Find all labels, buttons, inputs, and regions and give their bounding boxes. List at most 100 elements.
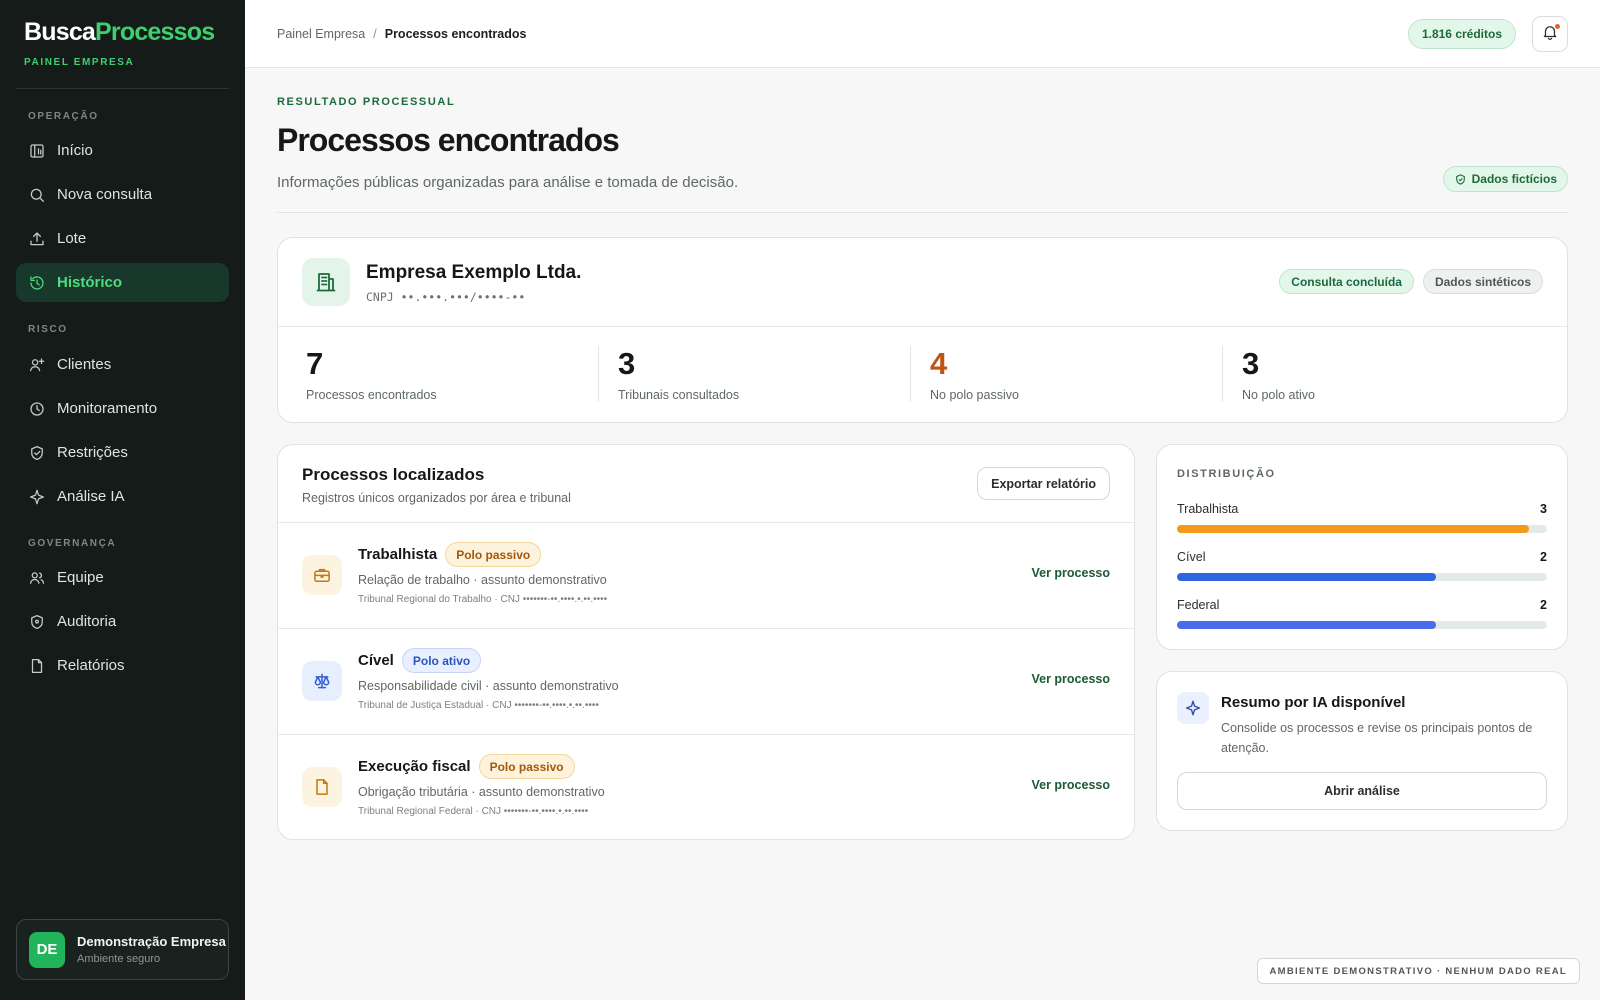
brand[interactable]: BuscaProcessos PAINEL EMPRESA bbox=[24, 18, 215, 68]
stat-value: 4 bbox=[930, 346, 948, 381]
user-plus-icon bbox=[27, 355, 47, 375]
breadcrumb-current: Processos encontrados bbox=[384, 27, 527, 41]
sidebar-item-historico[interactable]: Histórico bbox=[16, 263, 229, 302]
briefcase-icon bbox=[302, 555, 342, 595]
sidebar-item-label: Relatórios bbox=[57, 657, 125, 674]
distribution-bar-fill bbox=[1177, 525, 1529, 533]
breadcrumb-painel-empresa[interactable]: Painel Empresa bbox=[277, 27, 365, 41]
export-report-button[interactable]: Exportar relatório bbox=[977, 467, 1110, 500]
clock-icon bbox=[27, 399, 47, 419]
search-icon bbox=[27, 185, 47, 205]
stat-label: No polo passivo bbox=[930, 388, 1019, 402]
distribution-bar-fill bbox=[1177, 621, 1436, 629]
ai-summary-title: Resumo por IA disponível bbox=[1221, 694, 1406, 711]
sidebar-item-relatorios[interactable]: Relatórios bbox=[16, 646, 229, 685]
sidebar-item-inicio[interactable]: Início bbox=[16, 131, 229, 170]
stat-tribunais: 3 Tribunais consultados bbox=[618, 346, 918, 402]
distribution-bar-track bbox=[1177, 525, 1547, 533]
sidebar-item-equipe[interactable]: Equipe bbox=[16, 558, 229, 597]
stat-polo-passivo: 4 No polo passivo bbox=[930, 346, 1230, 402]
shield-icon bbox=[27, 612, 47, 632]
credits-badge[interactable]: 1.816 créditos bbox=[1407, 19, 1516, 49]
topbar: Painel Empresa / Processos encontrados 1… bbox=[245, 0, 1600, 68]
distribution-bar-track bbox=[1177, 573, 1547, 581]
sidebar-item-label: Lote bbox=[57, 230, 87, 247]
user-name: Demonstração Empresa bbox=[77, 934, 226, 949]
sidebar-section-operacao: OPERAÇÃO bbox=[28, 111, 99, 122]
process-area: Trabalhista bbox=[358, 546, 438, 563]
header-divider bbox=[277, 212, 1568, 213]
page-subtitle: Informações públicas organizadas para an… bbox=[277, 174, 739, 191]
company-divider bbox=[278, 326, 1567, 327]
stat-divider bbox=[1222, 346, 1223, 402]
stat-divider bbox=[598, 346, 599, 402]
sidebar-divider bbox=[16, 88, 229, 89]
polo-badge: Polo passivo bbox=[478, 754, 575, 779]
breadcrumb-separator: / bbox=[373, 27, 377, 41]
stat-processos: 7 Processos encontrados bbox=[306, 346, 606, 402]
view-process-link[interactable]: Ver processo bbox=[1031, 778, 1110, 792]
stat-label: Processos encontrados bbox=[306, 388, 437, 402]
company-status: Consulta concluída Dados sintéticos bbox=[1279, 269, 1543, 294]
distribution-card: DISTRIBUIÇÃO Trabalhista 3 Cível 2 Feder… bbox=[1156, 444, 1568, 650]
sidebar-item-label: Nova consulta bbox=[57, 186, 153, 203]
sidebar-item-restricoes[interactable]: Restrições bbox=[16, 433, 229, 472]
dashboard-icon bbox=[27, 141, 47, 161]
page-title: Processos encontrados bbox=[277, 122, 620, 158]
distribution-bar-fill bbox=[1177, 573, 1436, 581]
fictitious-data-label: Dados fictícios bbox=[1471, 172, 1557, 186]
breadcrumb: Painel Empresa / Processos encontrados bbox=[277, 27, 526, 41]
sidebar-item-label: Início bbox=[57, 142, 93, 159]
sidebar-item-auditoria[interactable]: Auditoria bbox=[16, 602, 229, 641]
sidebar-item-clientes[interactable]: Clientes bbox=[16, 345, 229, 384]
distribution-value: 2 bbox=[1540, 550, 1547, 564]
sparkle-icon bbox=[1177, 692, 1209, 724]
company-card: Empresa Exemplo Ltda. CNPJ ••.•••.•••/••… bbox=[277, 237, 1568, 423]
sidebar-item-lote[interactable]: Lote bbox=[16, 219, 229, 258]
stat-label: Tribunais consultados bbox=[618, 388, 740, 402]
user-subtitle: Ambiente seguro bbox=[77, 953, 161, 965]
process-area: Execução fiscal bbox=[358, 758, 471, 775]
processes-title: Processos localizados bbox=[302, 465, 485, 484]
sidebar-item-monitoramento[interactable]: Monitoramento bbox=[16, 389, 229, 428]
process-meta: Tribunal Regional Federal · CNJ •••••••-… bbox=[358, 806, 589, 817]
open-analysis-button[interactable]: Abrir análise bbox=[1177, 772, 1547, 810]
sidebar-item-analise-ia[interactable]: Análise IA bbox=[16, 477, 229, 516]
process-description: Responsabilidade civil · assunto demonst… bbox=[358, 679, 619, 693]
process-area: Cível bbox=[358, 652, 394, 669]
stat-polo-ativo: 3 No polo ativo bbox=[1242, 346, 1542, 402]
sidebar-item-label: Clientes bbox=[57, 356, 112, 373]
process-meta: Tribunal Regional do Trabalho · CNJ ••••… bbox=[358, 594, 608, 605]
history-icon bbox=[27, 273, 47, 293]
shield-check-icon bbox=[27, 443, 47, 463]
processes-subtitle: Registros únicos organizados por área e … bbox=[302, 491, 571, 505]
sidebar-item-nova-consulta[interactable]: Nova consulta bbox=[16, 175, 229, 214]
process-row[interactable]: Trabalhista Polo passivo Relação de trab… bbox=[278, 522, 1134, 628]
processes-card: Processos localizados Registros únicos o… bbox=[277, 444, 1135, 840]
ai-summary-card: Resumo por IA disponível Consolide os pr… bbox=[1156, 671, 1568, 831]
file-icon bbox=[27, 656, 47, 676]
distribution-item-federal: Federal 2 bbox=[1177, 598, 1547, 634]
user-card[interactable]: DE Demonstração Empresa Ambiente seguro bbox=[16, 919, 229, 980]
building-icon bbox=[302, 258, 350, 306]
scale-icon bbox=[302, 661, 342, 701]
sidebar-item-label: Restrições bbox=[57, 444, 128, 461]
distribution-label: Cível bbox=[1177, 550, 1206, 564]
polo-badge: Polo passivo bbox=[445, 542, 542, 567]
brand-logo: BuscaProcessos bbox=[24, 18, 215, 46]
sidebar: BuscaProcessos PAINEL EMPRESA OPERAÇÃO I… bbox=[0, 0, 245, 1000]
avatar: DE bbox=[29, 931, 65, 968]
process-row[interactable]: Cível Polo ativo Responsabilidade civil … bbox=[278, 628, 1134, 734]
stat-value: 7 bbox=[306, 346, 324, 381]
stat-value: 3 bbox=[618, 346, 636, 381]
upload-icon bbox=[27, 229, 47, 249]
notifications-button[interactable] bbox=[1532, 16, 1568, 52]
distribution-bar-track bbox=[1177, 621, 1547, 629]
view-process-link[interactable]: Ver processo bbox=[1031, 672, 1110, 686]
ai-summary-text: Consolide os processos e revise os princ… bbox=[1221, 721, 1533, 755]
distribution-label: Trabalhista bbox=[1177, 502, 1239, 516]
process-row[interactable]: Execução fiscal Polo passivo Obrigação t… bbox=[278, 734, 1134, 840]
view-process-link[interactable]: Ver processo bbox=[1031, 566, 1110, 580]
sidebar-item-label: Monitoramento bbox=[57, 400, 158, 417]
distribution-title: DISTRIBUIÇÃO bbox=[1177, 468, 1276, 480]
